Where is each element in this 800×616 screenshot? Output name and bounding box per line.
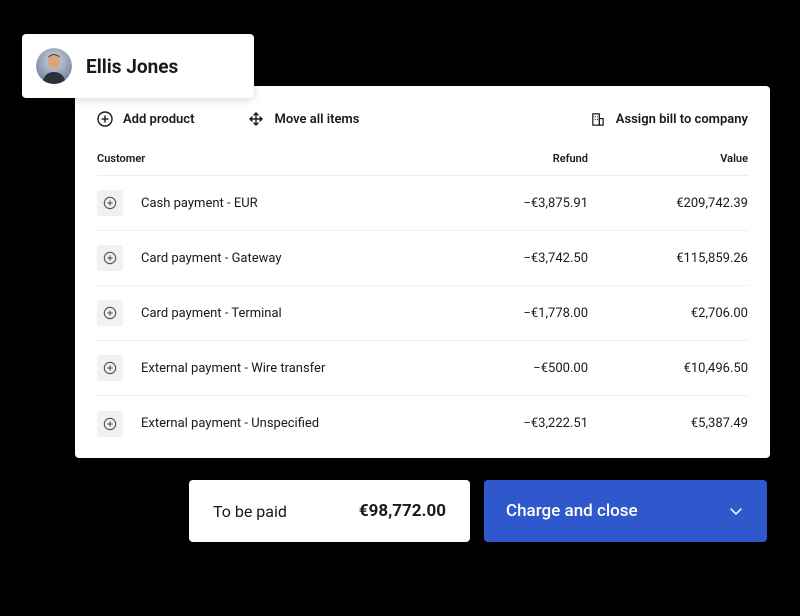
expand-row-button[interactable]: [97, 300, 123, 326]
row-value: €5,387.49: [588, 416, 748, 431]
expand-row-button[interactable]: [97, 190, 123, 216]
row-value: €115,859.26: [588, 251, 748, 266]
customer-name: Ellis Jones: [86, 55, 178, 78]
table-body: Cash payment - EUR−€3,875.91€209,742.39C…: [97, 176, 748, 451]
row-value: €2,706.00: [588, 306, 748, 321]
customer-card: Ellis Jones: [22, 34, 254, 98]
plus-circle-icon: [97, 111, 113, 127]
row-refund: −€1,778.00: [428, 306, 588, 321]
row-label: External payment - Unspecified: [141, 416, 428, 431]
row-refund: −€3,222.51: [428, 416, 588, 431]
table-header: Customer Refund Value: [97, 142, 748, 176]
to-be-paid-panel: To be paid €98,772.00: [189, 480, 470, 542]
move-all-items-button[interactable]: Move all items: [248, 111, 359, 127]
expand-row-button[interactable]: [97, 245, 123, 271]
add-product-label: Add product: [123, 112, 194, 127]
assign-bill-label: Assign bill to company: [616, 112, 748, 127]
table-row: Cash payment - EUR−€3,875.91€209,742.39: [97, 176, 748, 231]
table-row: External payment - Wire transfer−€500.00…: [97, 341, 748, 396]
table-row: Card payment - Gateway−€3,742.50€115,859…: [97, 231, 748, 286]
add-product-button[interactable]: Add product: [97, 111, 194, 127]
row-label: Cash payment - EUR: [141, 196, 428, 211]
charge-and-close-button[interactable]: Charge and close: [484, 480, 767, 542]
row-label: Card payment - Gateway: [141, 251, 428, 266]
company-icon: [590, 111, 606, 127]
to-be-paid-value: €98,772.00: [359, 501, 446, 521]
table-row: Card payment - Terminal−€1,778.00€2,706.…: [97, 286, 748, 341]
avatar: [36, 48, 72, 84]
row-label: Card payment - Terminal: [141, 306, 428, 321]
chevron-down-icon: [727, 502, 745, 520]
footer: To be paid €98,772.00 Charge and close: [189, 480, 767, 542]
row-refund: −€3,742.50: [428, 251, 588, 266]
bill-card: Add product Move all items: [75, 86, 770, 458]
row-refund: −€3,875.91: [428, 196, 588, 211]
header-customer: Customer: [97, 152, 428, 165]
assign-bill-button[interactable]: Assign bill to company: [590, 111, 748, 127]
header-value: Value: [588, 152, 748, 165]
header-refund: Refund: [428, 152, 588, 165]
move-all-items-label: Move all items: [274, 112, 359, 127]
expand-row-button[interactable]: [97, 355, 123, 381]
row-refund: −€500.00: [428, 361, 588, 376]
row-value: €209,742.39: [588, 196, 748, 211]
expand-row-button[interactable]: [97, 411, 123, 437]
row-value: €10,496.50: [588, 361, 748, 376]
charge-button-label: Charge and close: [506, 501, 727, 521]
toolbar: Add product Move all items: [97, 104, 748, 134]
table-row: External payment - Unspecified−€3,222.51…: [97, 396, 748, 451]
to-be-paid-label: To be paid: [213, 502, 287, 521]
row-label: External payment - Wire transfer: [141, 361, 428, 376]
move-icon: [248, 111, 264, 127]
